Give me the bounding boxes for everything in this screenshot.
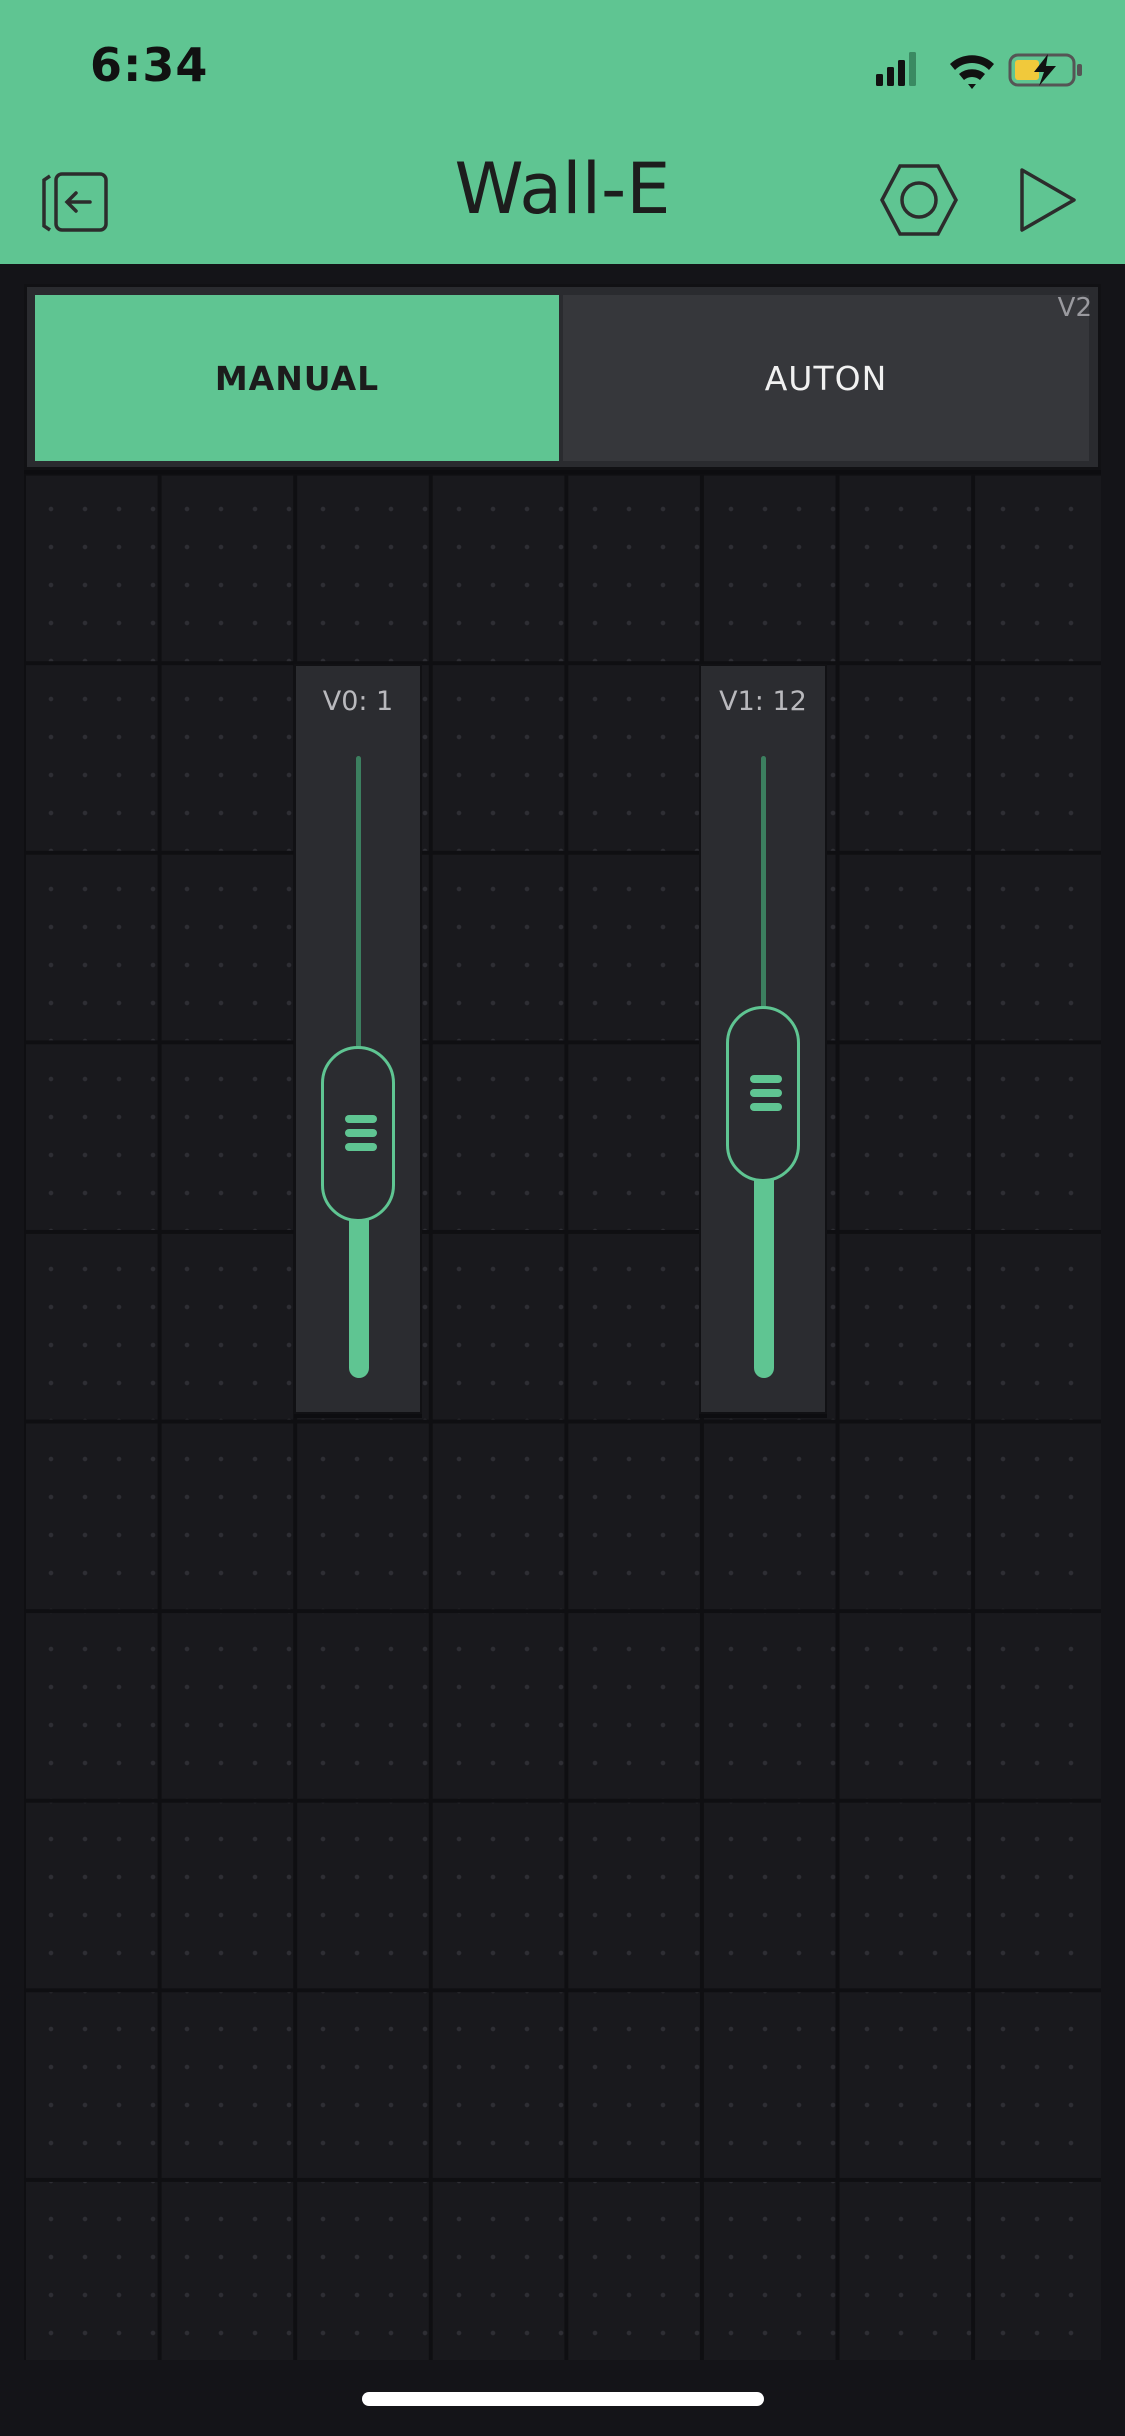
grip-line [345, 1114, 377, 1123]
slider-v0: V0: 1 [294, 664, 422, 1414]
slider-v0-label: V0: 1 [322, 686, 394, 717]
battery-charging-icon [1008, 53, 1082, 87]
grip-line [750, 1074, 782, 1083]
play-button[interactable] [1018, 166, 1078, 238]
status-icons [876, 48, 1086, 94]
play-icon [1020, 168, 1076, 232]
grip-line [345, 1142, 377, 1151]
slider-v0-thumb[interactable] [321, 1045, 395, 1222]
grip-line [345, 1128, 377, 1137]
wifi-icon [950, 55, 994, 89]
app-header: 6:34 Wall-E [0, 0, 1125, 264]
status-time: 6:34 [90, 38, 209, 92]
hexagon-nut-icon [880, 164, 958, 236]
segment-auton[interactable]: AUTON [563, 295, 1089, 461]
dashboard-canvas [24, 284, 1101, 2360]
slider-v1-thumb[interactable] [726, 1005, 800, 1182]
home-indicator[interactable] [362, 2392, 764, 2406]
switch-pin-label: V2 [1057, 293, 1092, 323]
segmented-switch: MANUAL AUTON V2 [24, 284, 1101, 470]
segment-manual[interactable]: MANUAL [35, 295, 559, 461]
slider-v1: V1: 12 [699, 664, 827, 1414]
grip-line [750, 1102, 782, 1111]
slider-v1-label: V1: 12 [719, 686, 807, 717]
settings-button[interactable] [880, 162, 958, 242]
grip-line [750, 1088, 782, 1097]
cellular-signal-icon [876, 52, 916, 86]
